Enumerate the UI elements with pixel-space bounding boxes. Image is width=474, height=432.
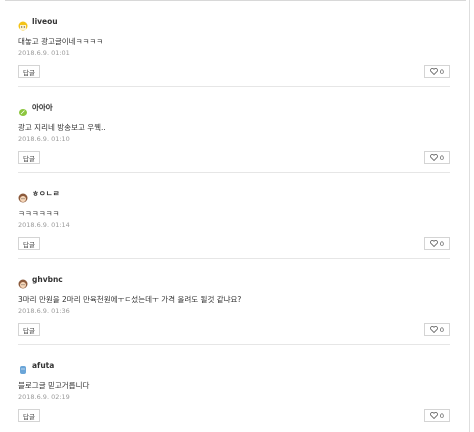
like-count: 0 — [439, 325, 445, 334]
comment-date: 2018.6.9. 01:01 — [18, 49, 70, 57]
comment-date: 2018.6.9. 01:14 — [18, 221, 70, 229]
reply-button[interactable]: 답글 — [18, 323, 40, 336]
comment-nickname[interactable]: afuta — [32, 361, 54, 370]
comment-separator — [18, 258, 450, 259]
comment-nickname[interactable]: ㅎㅇㄴㄹ — [32, 188, 60, 199]
brown-face-icon[interactable] — [18, 188, 28, 203]
comment-text: 3마리 만원을 2마리 만육천원에ㅜㄷ섰는데ㅜ 가격 올려도 될것 같냐요? — [18, 295, 242, 304]
top-divider — [5, 0, 466, 1]
like-count: 0 — [439, 153, 445, 162]
reply-button[interactable]: 답글 — [18, 151, 40, 164]
blue-figure-icon[interactable] — [18, 360, 28, 374]
comment-header: liveou — [18, 14, 58, 31]
heart-icon — [430, 326, 438, 334]
comment-header: ghvbnc — [18, 272, 63, 289]
like-button[interactable]: 0 — [424, 409, 450, 422]
yellow-face-icon[interactable] — [18, 16, 28, 31]
right-border — [469, 0, 470, 432]
heart-icon — [430, 412, 438, 420]
heart-icon — [430, 240, 438, 248]
comment-date: 2018.6.9. 02:19 — [18, 393, 70, 401]
reply-button[interactable]: 답글 — [18, 409, 40, 422]
comment-separator — [18, 344, 450, 345]
like-button[interactable]: 0 — [424, 65, 450, 78]
heart-icon — [430, 68, 438, 76]
comment-text: 블로그글 믿고거릅니다 — [18, 381, 90, 390]
like-count: 0 — [439, 67, 445, 76]
brown-face-icon[interactable] — [18, 274, 28, 289]
like-count: 0 — [439, 411, 445, 420]
like-button[interactable]: 0 — [424, 237, 450, 250]
comment-nickname[interactable]: 아아아 — [32, 102, 53, 113]
like-button[interactable]: 0 — [424, 323, 450, 336]
comment-separator — [18, 172, 450, 173]
comment-nickname[interactable]: ghvbnc — [32, 275, 63, 284]
comment-list-panel: liveou 대놓고 광고글이네ㅋㅋㅋㅋ 2018.6.9. 01:01 답글 … — [0, 0, 474, 432]
reply-button[interactable]: 답글 — [18, 65, 40, 78]
comment-header: afuta — [18, 358, 54, 374]
comment-text: ㅋㅋㅋㅋㅋㅋ — [18, 209, 60, 218]
heart-icon — [430, 154, 438, 162]
comment-header: ㅎㅇㄴㄹ — [18, 186, 60, 203]
comment-header: 아아아 — [18, 100, 53, 116]
reply-button[interactable]: 답글 — [18, 237, 40, 250]
comment-text: 광고 지리네 방송보고 우웩.. — [18, 123, 106, 132]
comment-date: 2018.6.9. 01:36 — [18, 307, 70, 315]
green-leaf-icon[interactable] — [18, 102, 28, 116]
like-count: 0 — [439, 239, 445, 248]
comment-separator — [18, 86, 450, 87]
like-button[interactable]: 0 — [424, 151, 450, 164]
comment-nickname[interactable]: liveou — [32, 17, 58, 26]
comment-date: 2018.6.9. 01:10 — [18, 135, 70, 143]
comment-text: 대놓고 광고글이네ㅋㅋㅋㅋ — [18, 37, 104, 46]
